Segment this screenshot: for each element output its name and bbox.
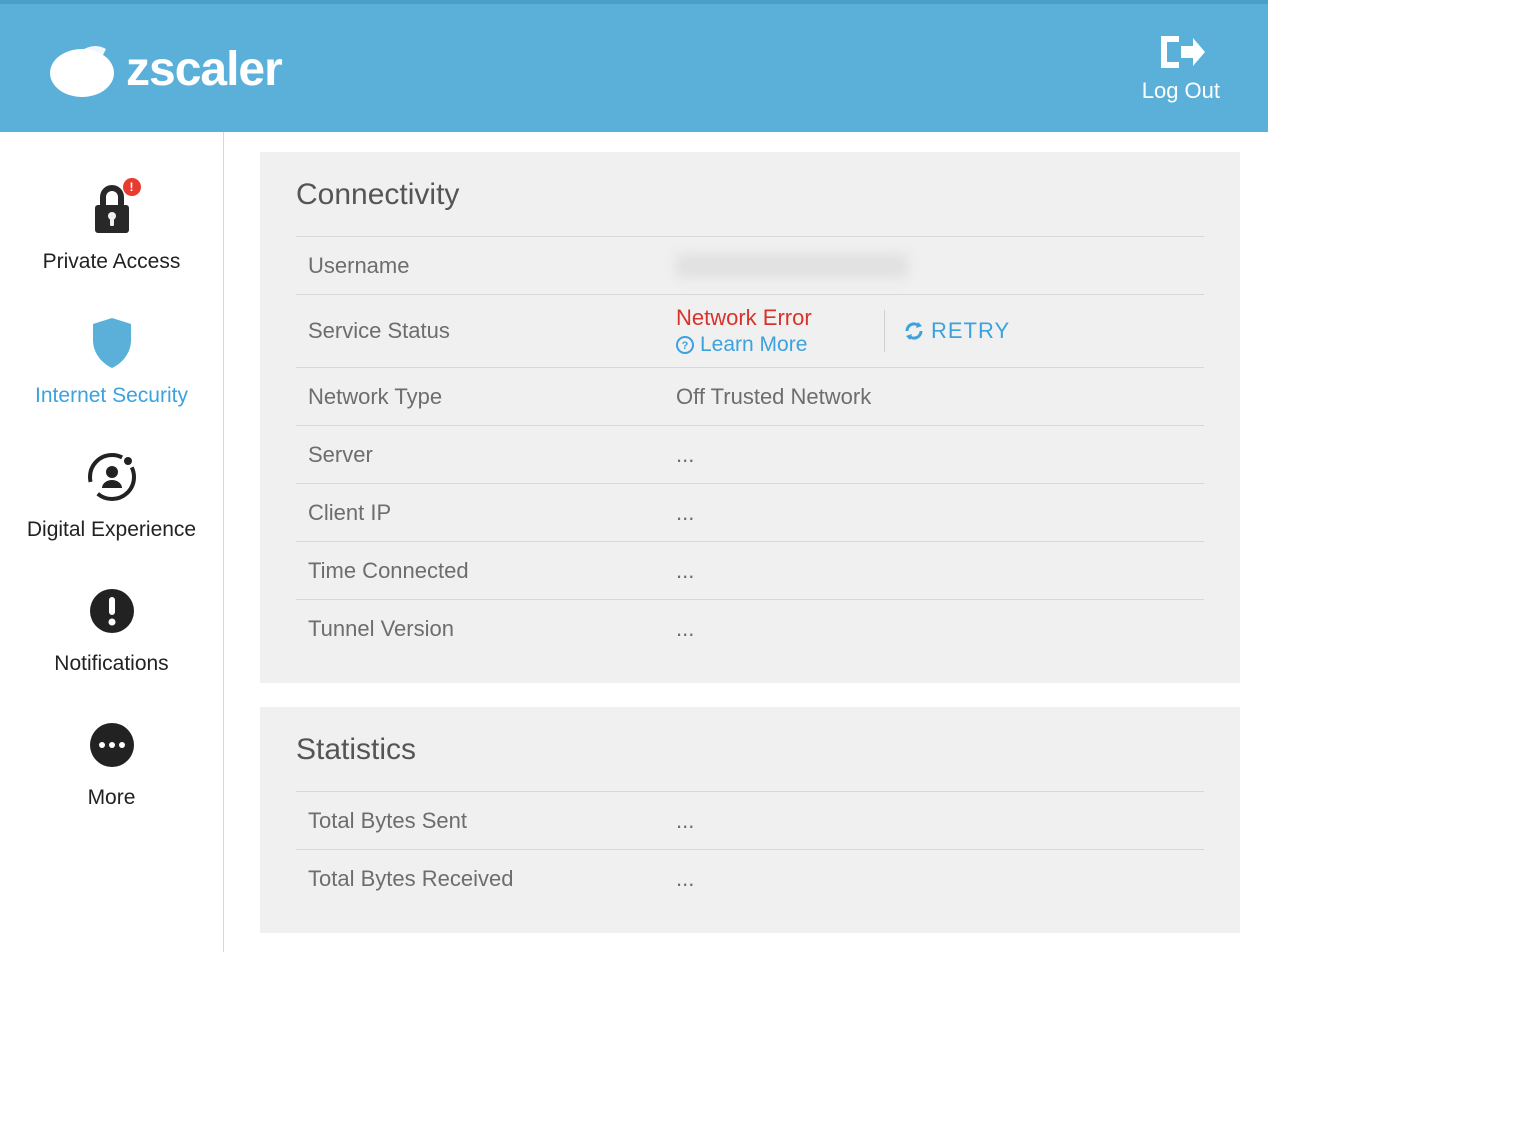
- total-bytes-sent-label: Total Bytes Sent: [296, 808, 676, 834]
- alert-badge: [123, 178, 141, 196]
- service-status-label: Service Status: [296, 318, 676, 344]
- username-value: [676, 254, 1204, 278]
- sidebar-item-more[interactable]: More: [0, 718, 223, 810]
- row-client-ip: Client IP ...: [296, 483, 1204, 541]
- divider: [884, 310, 885, 352]
- server-label: Server: [296, 442, 676, 468]
- sidebar-item-label: Notifications: [54, 652, 168, 676]
- total-bytes-received-value: ...: [676, 866, 1204, 892]
- brand-logo: zscaler: [48, 33, 358, 103]
- sidebar-item-label: Private Access: [43, 250, 181, 274]
- client-ip-value: ...: [676, 500, 1204, 526]
- connectivity-title: Connectivity: [296, 178, 1204, 212]
- main-content: Connectivity Username Service Status Net…: [224, 132, 1268, 952]
- statistics-card: Statistics Total Bytes Sent ... Total By…: [260, 707, 1240, 933]
- retry-label: RETRY: [931, 318, 1010, 344]
- learn-more-link[interactable]: ? Learn More: [676, 333, 866, 357]
- sidebar: Private Access Internet Security Digital…: [0, 132, 224, 952]
- user-orbit-icon: [85, 450, 139, 504]
- statistics-title: Statistics: [296, 733, 1204, 767]
- row-username: Username: [296, 236, 1204, 294]
- sidebar-item-internet-security[interactable]: Internet Security: [0, 316, 223, 408]
- sidebar-item-label: Digital Experience: [27, 518, 196, 542]
- svg-text:zscaler: zscaler: [126, 43, 282, 96]
- sidebar-item-digital-experience[interactable]: Digital Experience: [0, 450, 223, 542]
- username-label: Username: [296, 253, 676, 279]
- tunnel-version-label: Tunnel Version: [296, 616, 676, 642]
- info-icon: ?: [676, 336, 694, 354]
- network-type-value: Off Trusted Network: [676, 384, 1204, 410]
- shield-icon: [85, 316, 139, 370]
- time-connected-value: ...: [676, 558, 1204, 584]
- connectivity-card: Connectivity Username Service Status Net…: [260, 152, 1240, 683]
- refresh-icon: [903, 320, 925, 342]
- row-tunnel-version: Tunnel Version ...: [296, 599, 1204, 657]
- more-icon: [85, 718, 139, 772]
- sidebar-item-label: More: [88, 786, 136, 810]
- total-bytes-sent-value: ...: [676, 808, 1204, 834]
- learn-more-label: Learn More: [700, 333, 807, 357]
- service-status-value: Network Error: [676, 305, 866, 331]
- logout-label: Log Out: [1142, 78, 1220, 104]
- server-value: ...: [676, 442, 1204, 468]
- sidebar-item-label: Internet Security: [35, 384, 188, 408]
- row-server: Server ...: [296, 425, 1204, 483]
- sidebar-item-notifications[interactable]: Notifications: [0, 584, 223, 676]
- client-ip-label: Client IP: [296, 500, 676, 526]
- app-header: zscaler Log Out: [0, 0, 1268, 132]
- tunnel-version-value: ...: [676, 616, 1204, 642]
- network-type-label: Network Type: [296, 384, 676, 410]
- lock-icon: [85, 182, 139, 236]
- sidebar-item-private-access[interactable]: Private Access: [0, 182, 223, 274]
- row-service-status: Service Status Network Error ? Learn Mor…: [296, 294, 1204, 367]
- logout-icon: [1157, 32, 1205, 72]
- row-total-bytes-sent: Total Bytes Sent ...: [296, 791, 1204, 849]
- logout-button[interactable]: Log Out: [1142, 32, 1220, 104]
- retry-button[interactable]: RETRY: [903, 318, 1010, 344]
- total-bytes-received-label: Total Bytes Received: [296, 866, 676, 892]
- svg-text:?: ?: [682, 340, 689, 352]
- time-connected-label: Time Connected: [296, 558, 676, 584]
- row-total-bytes-received: Total Bytes Received ...: [296, 849, 1204, 907]
- row-time-connected: Time Connected ...: [296, 541, 1204, 599]
- exclamation-icon: [85, 584, 139, 638]
- row-network-type: Network Type Off Trusted Network: [296, 367, 1204, 425]
